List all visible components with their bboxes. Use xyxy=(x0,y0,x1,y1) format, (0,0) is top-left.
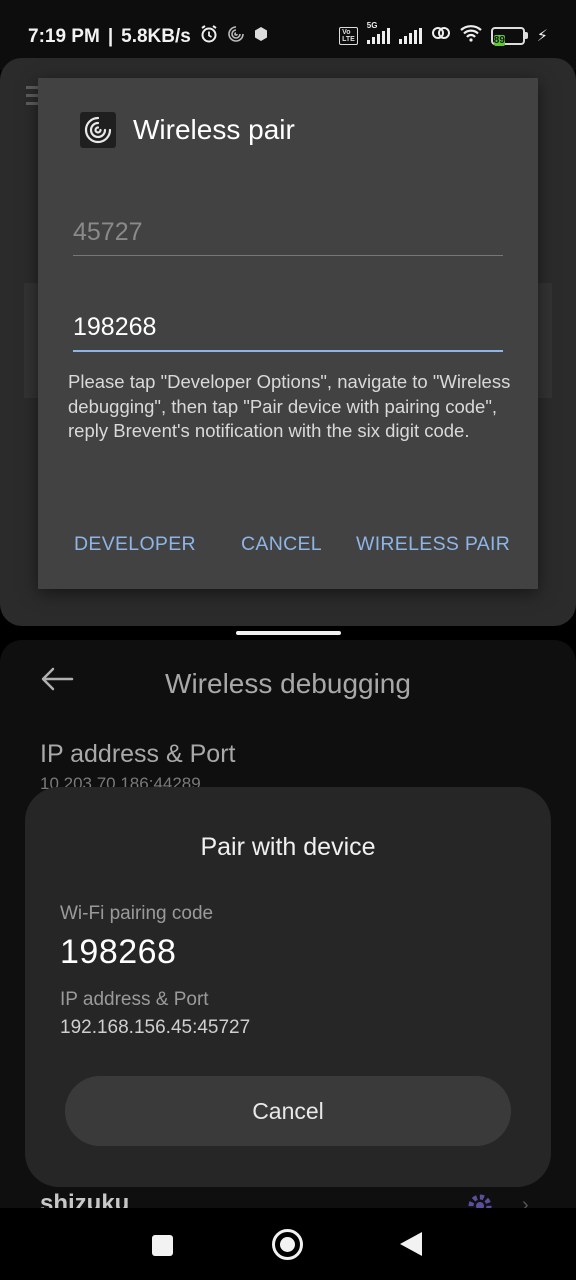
gear-icon[interactable] xyxy=(464,1190,496,1208)
recents-button[interactable] xyxy=(152,1235,173,1256)
wifi-icon xyxy=(460,24,482,47)
navigation-bar xyxy=(0,1208,576,1280)
dialog-title: Wireless pair xyxy=(133,114,295,145)
alarm-icon xyxy=(199,24,219,49)
paired-device-item[interactable]: shizuku xyxy=(40,1190,129,1208)
pairing-code-value: 198268 xyxy=(60,933,177,971)
status-time: 7:19 PM xyxy=(28,25,100,47)
back-button[interactable] xyxy=(400,1232,422,1256)
battery-level: 89 xyxy=(493,34,505,46)
page-title: Wireless debugging xyxy=(165,668,411,699)
sheet-ip-label: IP address & Port xyxy=(60,989,209,1010)
wireless-pair-dialog: Wireless pair 45727 198268 Please tap "D… xyxy=(38,78,538,589)
sheet-ip-value: 192.168.156.45:45727 xyxy=(60,1017,251,1038)
charging-icon: ⚡ xyxy=(536,27,548,45)
status-right: Vo LTE 5G 89 ⚡ xyxy=(339,21,548,47)
sheet-title: Pair with device xyxy=(200,833,376,861)
wireless-pair-button[interactable]: WIRELESS PAIR xyxy=(356,533,510,556)
pairing-code-label: Wi-Fi pairing code xyxy=(60,903,214,924)
chevron-right-icon: › xyxy=(522,1194,529,1208)
split-screen-handle[interactable] xyxy=(236,631,341,635)
hexagon-icon xyxy=(253,26,269,47)
status-divider: | xyxy=(107,25,114,47)
ip-address-label: IP address & Port xyxy=(40,740,236,768)
port-field[interactable]: 45727 xyxy=(73,218,503,256)
volte-icon: Vo LTE xyxy=(339,26,358,45)
cancel-button[interactable]: CANCEL xyxy=(241,533,322,556)
brevent-logo-icon xyxy=(80,112,116,148)
pairing-code-field[interactable]: 198268 xyxy=(73,313,503,352)
hotspot-icon xyxy=(431,24,451,47)
signal-icon-2 xyxy=(398,27,422,44)
status-left: 7:19 PM | 5.8KB/s xyxy=(28,24,269,49)
home-button[interactable] xyxy=(272,1229,303,1260)
status-net-speed: 5.8KB/s xyxy=(121,25,191,47)
signal-icon: 5G xyxy=(366,21,390,44)
brevent-icon xyxy=(227,25,245,48)
pair-with-device-sheet: Pair with device Wi-Fi pairing code 1982… xyxy=(25,787,551,1187)
sheet-cancel-button[interactable]: Cancel xyxy=(65,1076,511,1146)
battery-icon: 89 xyxy=(490,26,528,46)
dialog-message: Please tap "Developer Options", navigate… xyxy=(68,371,511,441)
developer-button[interactable]: DEVELOPER xyxy=(74,533,196,556)
